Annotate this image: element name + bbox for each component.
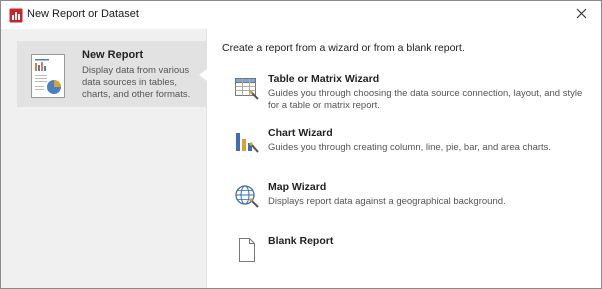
option-description: Guides you through creating column, line… bbox=[268, 142, 552, 153]
sidebar-item-new-report[interactable]: New Report Display data from various dat… bbox=[17, 41, 207, 107]
option-table-matrix-wizard[interactable]: Table or Matrix Wizard Guides you throug… bbox=[234, 73, 594, 113]
close-button[interactable] bbox=[561, 1, 601, 29]
chart-wizard-icon bbox=[234, 129, 260, 155]
selection-pointer bbox=[199, 69, 207, 81]
option-map-wizard[interactable]: Map Wizard Displays report data against … bbox=[234, 181, 594, 213]
window-title: New Report or Dataset bbox=[27, 8, 139, 20]
option-title: Chart Wizard bbox=[268, 127, 333, 139]
sidebar-item-title: New Report bbox=[82, 49, 144, 61]
option-title: Map Wizard bbox=[268, 181, 327, 193]
table-wizard-icon bbox=[234, 75, 260, 101]
option-title: Blank Report bbox=[268, 235, 334, 247]
option-description: Guides you through choosing the data sou… bbox=[268, 88, 583, 111]
option-title: Table or Matrix Wizard bbox=[268, 73, 380, 85]
sidebar: New Report Display data from various dat… bbox=[1, 29, 207, 288]
blank-report-icon bbox=[234, 237, 260, 263]
option-chart-wizard[interactable]: Chart Wizard Guides you through creating… bbox=[234, 127, 594, 159]
option-blank-report[interactable]: Blank Report bbox=[234, 235, 594, 265]
main-heading: Create a report from a wizard or from a … bbox=[222, 42, 465, 54]
report-builder-app-icon bbox=[9, 8, 23, 23]
dialog-window: New Report or Dataset New Report Display… bbox=[0, 0, 602, 289]
report-thumbnail-icon bbox=[31, 54, 65, 98]
title-bar: New Report or Dataset bbox=[1, 1, 601, 29]
option-description: Displays report data against a geographi… bbox=[268, 196, 506, 207]
map-wizard-icon bbox=[234, 183, 260, 209]
main-panel: Create a report from a wizard or from a … bbox=[208, 29, 601, 288]
close-icon bbox=[576, 6, 587, 24]
sidebar-item-description: Display data from various data sources i… bbox=[82, 65, 191, 100]
